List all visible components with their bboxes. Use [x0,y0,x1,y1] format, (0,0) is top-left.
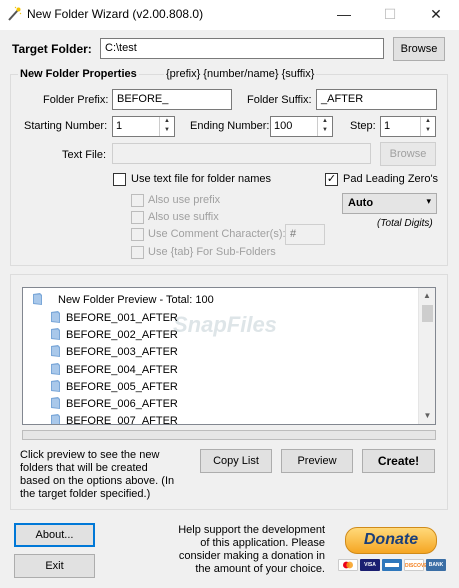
exit-button[interactable]: Exit [14,554,95,578]
list-item[interactable]: BEFORE_005_AFTER [51,379,178,397]
bank-card: BANK [426,559,446,571]
payment-cards: VISA DISCOVER BANK [338,559,448,573]
tab-subfolders-label: Use {tab} For Sub-Folders [148,246,276,258]
use-textfile-label: Use text file for folder names [131,173,272,185]
watermark: SnapFiles [173,312,277,337]
pad-zero-checkbox[interactable]: ✓ [325,173,338,186]
create-button[interactable]: Create! [362,449,435,473]
minimize-button[interactable]: — [321,0,367,30]
prefix-label: Folder Prefix: [43,94,109,106]
suffix-input[interactable]: _AFTER [316,89,437,110]
magic-wand-icon [8,6,22,21]
list-item[interactable]: BEFORE_006_AFTER [51,397,178,414]
chevron-down-icon[interactable]: ▼ [419,408,435,424]
pad-zero-label: Pad Leading Zero's [343,173,439,185]
folder-icon [51,311,60,323]
chevron-down-icon[interactable]: ▼ [318,126,332,135]
chevron-down-icon: ▾ [426,196,431,206]
comment-char-input[interactable]: # [285,224,325,245]
preview-scrollbar[interactable]: ▲ ▼ [418,288,435,424]
support-text: Help support the development of this app… [178,524,325,575]
target-folder-label: Target Folder: [12,42,92,56]
folder-icon [51,414,60,424]
step-label: Step: [350,120,376,132]
chevron-down-icon[interactable]: ▼ [160,126,174,135]
list-item[interactable]: BEFORE_007_AFTER [51,414,178,424]
total-digits-select[interactable]: Auto ▾ [342,193,437,214]
preview-button[interactable]: Preview [281,449,353,473]
chevron-up-icon[interactable]: ▲ [419,288,435,304]
step-arrows[interactable]: ▲ ▼ [420,117,435,136]
start-number-label: Starting Number: [24,120,108,132]
progress-bar [22,430,436,440]
text-file-input[interactable] [112,143,371,164]
properties-heading: New Folder Properties [18,68,139,80]
scrollbar-thumb[interactable] [422,305,433,322]
discover-card: DISCOVER [404,559,431,571]
start-number-arrows[interactable]: ▲ ▼ [159,117,174,136]
list-item[interactable]: BEFORE_001_AFTER [51,311,178,328]
text-file-label: Text File: [62,149,107,161]
target-browse-button[interactable]: Browse [393,37,445,61]
comment-char-checkbox[interactable] [131,228,144,241]
digits-caption: (Total Digits) [377,218,433,229]
copy-list-button[interactable]: Copy List [200,449,272,473]
mastercard-icon [338,559,358,571]
comment-char-label: Use Comment Character(s): [148,228,286,240]
folder-icon [51,379,60,392]
also-suffix-label: Also use suffix [148,211,219,223]
preview-root[interactable]: New Folder Preview - Total: 100 [33,293,214,310]
folder-icon [51,397,60,409]
maximize-button[interactable]: ☐ [367,0,413,30]
also-prefix-label: Also use prefix [148,194,221,206]
chevron-up-icon[interactable]: ▲ [421,117,435,126]
end-number-arrows[interactable]: ▲ ▼ [317,117,332,136]
about-button[interactable]: About... [14,523,95,547]
list-item[interactable]: BEFORE_004_AFTER [51,362,178,380]
list-item[interactable]: BEFORE_002_AFTER [51,328,178,345]
close-button[interactable]: ✕ [413,0,459,30]
prefix-input[interactable]: BEFORE_ [112,89,232,110]
also-suffix-checkbox[interactable] [131,211,144,224]
start-number-stepper[interactable]: 1 ▲ ▼ [112,116,175,137]
folder-icon [51,328,60,341]
chevron-up-icon[interactable]: ▲ [160,117,174,126]
folder-icon [51,362,60,375]
also-prefix-checkbox[interactable] [131,194,144,207]
title-bar: New Folder Wizard (v2.00.808.0) — ☐ ✕ [0,0,459,30]
text-file-browse-button[interactable]: Browse [380,142,436,166]
suffix-label: Folder Suffix: [247,94,312,106]
chevron-down-icon[interactable]: ▼ [421,126,435,135]
visa-card: VISA [360,559,380,571]
preview-tree[interactable]: SnapFiles New Folder Preview - Total: 10… [22,287,436,425]
window-title: New Folder Wizard (v2.00.808.0) [27,7,204,21]
donate-button[interactable]: Donate [345,527,437,554]
amex-icon [382,559,402,571]
placeholders-hint: {prefix} {number/name} {suffix} [164,68,317,80]
tab-subfolders-checkbox[interactable] [131,246,144,259]
use-textfile-checkbox[interactable] [113,173,126,186]
step-stepper[interactable]: 1 ▲ ▼ [380,116,436,137]
list-item[interactable]: BEFORE_003_AFTER [51,345,178,362]
end-number-stepper[interactable]: 100 ▲ ▼ [270,116,333,137]
preview-hint: Click preview to see the new folders tha… [20,449,175,500]
folder-icon [33,293,42,305]
chevron-up-icon[interactable]: ▲ [318,117,332,126]
folder-icon [51,345,60,358]
checkmark-icon: ✓ [326,173,337,185]
target-folder-input[interactable]: C:\test [100,38,384,59]
end-number-label: Ending Number: [190,120,270,132]
